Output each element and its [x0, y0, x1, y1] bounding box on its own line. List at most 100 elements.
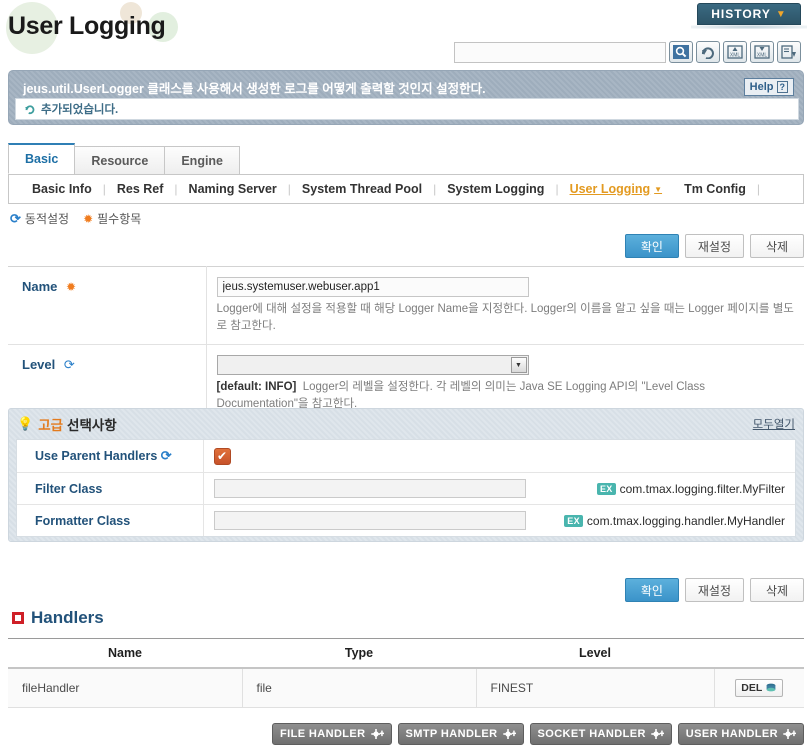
tab-basic[interactable]: Basic: [8, 143, 76, 174]
level-select-wrapper[interactable]: ▼: [216, 355, 529, 375]
advanced-row-filter-class: Filter Class EX com.tmax.logging.filter.…: [17, 472, 795, 505]
xml-export-icon[interactable]: XML: [750, 41, 774, 63]
handlers-table-head: Name Type Level: [8, 638, 804, 669]
filter-class-label: Filter Class: [17, 472, 204, 505]
confirm-button[interactable]: 확인: [624, 234, 679, 258]
legend-required: ✹ 필수항목: [83, 210, 141, 227]
refresh-icon[interactable]: [696, 41, 720, 63]
subnav-item-res-ref[interactable]: Res Ref: [106, 182, 175, 196]
legend-dynamic-label: 동적설정: [24, 212, 70, 226]
search-toolbar: XML XML: [454, 41, 801, 63]
tab-resource[interactable]: Resource: [74, 146, 166, 174]
handlers-header-row: Name Type Level: [8, 638, 804, 669]
name-label-text: Name: [22, 279, 58, 294]
delete-handler-button[interactable]: DEL: [735, 679, 784, 697]
subnav-item-tm-config[interactable]: Tm Config: [673, 182, 757, 196]
xml-import-icon[interactable]: XML: [723, 41, 747, 63]
subnav-item-basic-info[interactable]: Basic Info: [21, 182, 103, 196]
advanced-table: Use Parent Handlers ⟳ ✔ Filter Class EX: [17, 440, 795, 536]
example-badge-icon: EX: [597, 482, 616, 495]
delete-handler-label: DEL: [741, 682, 763, 694]
status-message: 추가되었습니다.: [41, 104, 119, 116]
delete-button-bottom[interactable]: 삭제: [750, 578, 804, 602]
advanced-body: Use Parent Handlers ⟳ ✔ Filter Class EX: [16, 439, 796, 537]
tab-resource-label: Resource: [91, 153, 149, 168]
chevron-down-icon: ▼: [654, 184, 663, 194]
tab-engine-label: Engine: [181, 153, 224, 168]
advanced-row-use-parent-handlers: Use Parent Handlers ⟳ ✔: [17, 440, 795, 473]
filter-class-cell: EX com.tmax.logging.filter.MyFilter: [203, 473, 795, 505]
formatter-class-cell: EX com.tmax.logging.handler.MyHandler: [203, 505, 795, 537]
form-row-name: Name ✹ Logger에 대해 설정을 적용할 때 해당 Logger Na…: [8, 266, 804, 345]
svg-text:XML: XML: [730, 53, 741, 59]
save-export-icon[interactable]: [777, 41, 801, 63]
sub-navigation: Basic Info | Res Ref | Naming Server | S…: [8, 175, 804, 204]
column-header-level: Level: [476, 638, 714, 669]
subnav-item-system-logging[interactable]: System Logging: [436, 182, 555, 196]
svg-text:XML: XML: [757, 53, 768, 59]
advanced-title-accent: 고급: [38, 418, 64, 433]
column-header-type: Type: [242, 638, 476, 669]
basic-form-table: Name ✹ Logger에 대해 설정을 적용할 때 해당 Logger Na…: [8, 266, 804, 423]
subnav-label: System Thread Pool: [301, 182, 423, 196]
filter-class-input[interactable]: [213, 479, 526, 498]
check-icon: ✔: [216, 449, 228, 463]
delete-button[interactable]: 삭제: [750, 234, 804, 258]
use-parent-handlers-cell: ✔: [203, 440, 795, 473]
legend-row: ⟳ 동적설정 ✹ 필수항목: [8, 204, 804, 232]
use-parent-handlers-checkbox[interactable]: ✔: [213, 447, 231, 465]
handler-name-cell: fileHandler: [8, 668, 243, 708]
use-parent-handlers-label: Use Parent Handlers ⟳: [17, 440, 204, 473]
page-title: User Logging: [8, 12, 166, 40]
banner-description: jeus.util.UserLogger 클래스를 사용해서 생성한 로그를 어…: [23, 82, 486, 96]
level-select[interactable]: [216, 355, 529, 375]
dynamic-config-icon: ⟳: [10, 210, 21, 226]
history-button[interactable]: HISTORY ▼: [697, 3, 801, 25]
subnav-label: Basic Info: [32, 182, 92, 196]
main-panel: Basic Resource Engine Basic Info | Res R…: [8, 143, 804, 423]
legend-required-label: 필수항목: [97, 212, 142, 226]
formatter-class-input[interactable]: [213, 511, 526, 530]
add-smtp-handler-button[interactable]: SMTP HANDLER: [397, 723, 524, 745]
handler-type-cell: file: [242, 668, 477, 708]
advanced-title-rest: 선택사항: [67, 418, 117, 433]
add-icon: [651, 728, 664, 740]
formatter-class-example-text: com.tmax.logging.handler.MyHandler: [586, 513, 785, 528]
add-file-handler-label: FILE HANDLER: [280, 728, 366, 740]
level-label-text: Level: [22, 357, 56, 372]
reset-button[interactable]: 재설정: [684, 234, 744, 258]
subnav-label: Tm Config: [684, 182, 746, 196]
name-input[interactable]: [216, 277, 529, 297]
column-header-action: [714, 638, 804, 669]
question-mark-icon: ?: [776, 81, 788, 93]
tab-basic-label: Basic: [25, 152, 59, 166]
column-header-name: Name: [8, 638, 242, 669]
open-all-link[interactable]: 모두열기: [753, 416, 795, 432]
add-socket-handler-button[interactable]: SOCKET HANDLER: [529, 723, 672, 745]
add-smtp-handler-label: SMTP HANDLER: [405, 728, 498, 740]
tab-engine[interactable]: Engine: [164, 146, 241, 174]
top-action-row: 확인 재설정 삭제: [8, 232, 804, 266]
advanced-header: 💡 고급 선택사항 모두열기: [9, 409, 803, 439]
subnav-item-naming-server[interactable]: Naming Server: [178, 182, 288, 196]
add-file-handler-button[interactable]: FILE HANDLER: [272, 723, 392, 745]
chevron-down-icon[interactable]: ▼: [510, 357, 527, 373]
subnav-item-system-thread-pool[interactable]: System Thread Pool: [291, 182, 433, 196]
help-button[interactable]: Help ?: [743, 78, 794, 96]
search-icon[interactable]: [669, 41, 693, 63]
name-field-cell: Logger에 대해 설정을 적용할 때 해당 Logger Name을 지정한…: [206, 267, 804, 345]
trash-icon: [766, 683, 776, 692]
reset-button-bottom[interactable]: 재설정: [684, 578, 744, 602]
tab-bar: Basic Resource Engine: [8, 143, 804, 175]
name-description: Logger에 대해 설정을 적용할 때 해당 Logger Name을 지정한…: [216, 303, 794, 332]
subnav-item-user-logging[interactable]: User Logging ▼: [559, 182, 673, 196]
handler-add-buttons: FILE HANDLER SMTP HANDLER SOCKET HANDLER…: [8, 723, 804, 745]
add-socket-handler-label: SOCKET HANDLER: [537, 728, 646, 740]
required-field-icon: ✹: [83, 211, 94, 226]
name-field-label: Name ✹: [8, 266, 207, 345]
search-input[interactable]: [454, 41, 666, 63]
table-row[interactable]: fileHandler file FINEST DEL: [8, 668, 804, 708]
add-user-handler-button[interactable]: USER HANDLER: [677, 723, 804, 745]
confirm-button-bottom[interactable]: 확인: [624, 578, 679, 602]
handlers-section-header: Handlers: [12, 608, 104, 628]
